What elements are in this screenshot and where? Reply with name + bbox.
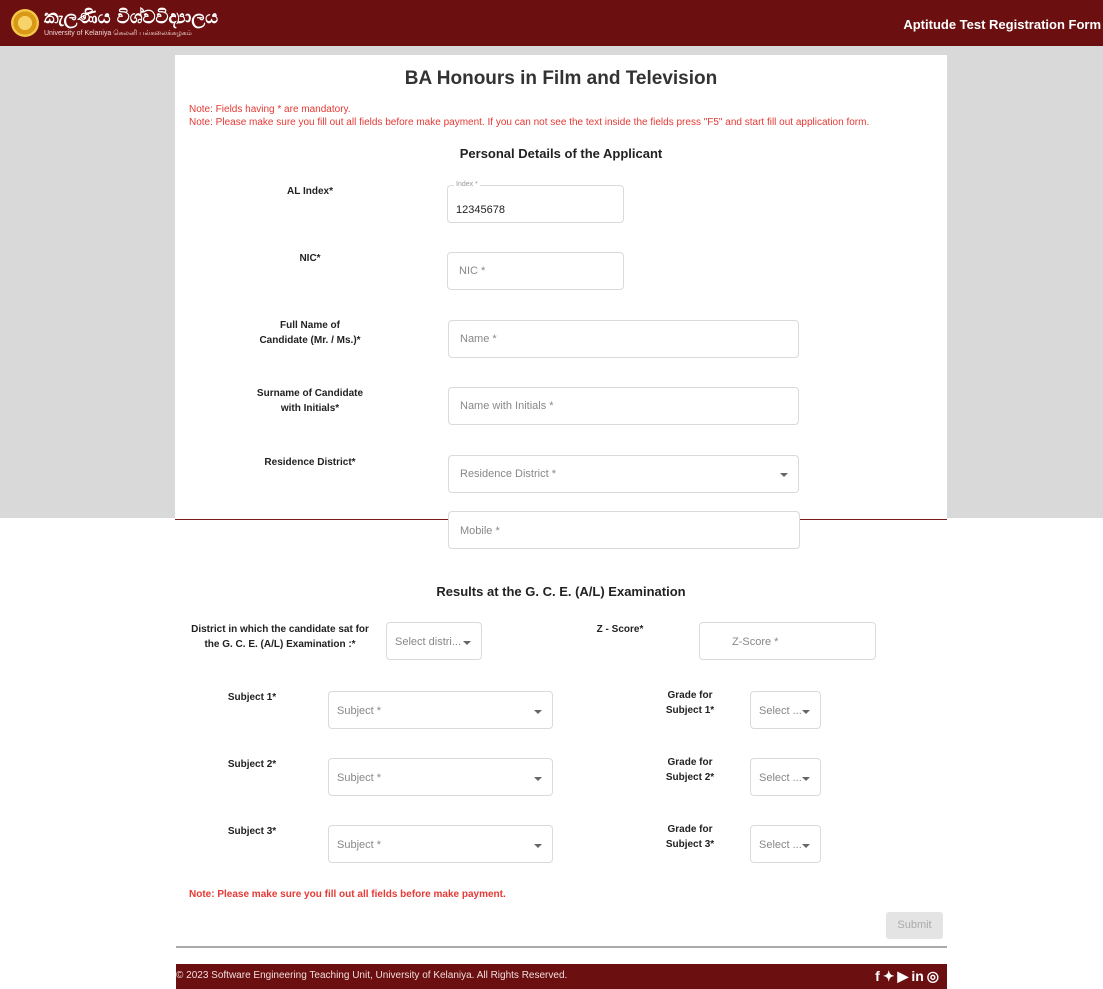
residence-district-label: Residence District*	[264, 457, 356, 468]
zscore-input[interactable]: Z-Score *	[699, 622, 876, 660]
chevron-down-icon	[534, 844, 542, 848]
surname-input[interactable]: Name with Initials *	[448, 387, 799, 425]
al-index-label: AL Index*	[287, 186, 333, 197]
exam-district-label-line2: the G. C. E. (A/L) Examination :*	[204, 639, 356, 650]
al-index-input[interactable]: Index * 12345678	[447, 181, 624, 223]
full-name-label: Full Name of Candidate (Mr. / Ms.)*	[210, 318, 410, 348]
surname-label-line1: Surname of Candidate	[256, 388, 364, 399]
grade2-select[interactable]: Select ...	[750, 758, 821, 796]
residence-district-placeholder: Residence District *	[460, 468, 556, 480]
social-links: f ✦ ▶ in ◎	[872, 968, 939, 985]
logo-sinhala-text[interactable]: කැලණිය විශ්වවිද්‍යාලය	[44, 7, 218, 28]
grade1-placeholder: Select ...	[759, 705, 802, 717]
full-name-input[interactable]: Name *	[448, 320, 799, 358]
subject2-select[interactable]: Subject *	[328, 758, 553, 796]
grade2-label: Grade for Subject 2*	[650, 755, 730, 785]
grade1-label: Grade for Subject 1*	[650, 688, 730, 718]
subject1-select[interactable]: Subject *	[328, 691, 553, 729]
subject3-placeholder: Subject *	[337, 839, 382, 851]
al-index-value: 12345678	[456, 204, 505, 216]
exam-district-label: District in which the candidate sat for …	[180, 622, 380, 652]
chevron-down-icon	[780, 473, 788, 477]
surname-placeholder: Name with Initials *	[460, 400, 554, 412]
full-name-label-line2: Candidate (Mr. / Ms.)*	[259, 335, 361, 346]
footer: © 2023 Software Engineering Teaching Uni…	[176, 964, 947, 989]
payment-note: Note: Please make sure you fill out all …	[189, 117, 870, 128]
full-name-label-line1: Full Name of	[279, 320, 340, 331]
page-header-title: Aptitude Test Registration Form	[903, 17, 1101, 32]
mobile-input[interactable]: Mobile *	[448, 511, 800, 549]
subject1-label: Subject 1*	[227, 692, 277, 703]
grade2-label-line2: Subject 2*	[665, 772, 715, 783]
subject3-label: Subject 3*	[227, 826, 277, 837]
zscore-label: Z - Score*	[596, 624, 644, 635]
subject2-placeholder: Subject *	[337, 772, 382, 784]
grade3-placeholder: Select ...	[759, 839, 802, 851]
subject2-label: Subject 2*	[227, 759, 277, 770]
grade3-label-line2: Subject 3*	[665, 839, 715, 850]
residence-district-select[interactable]: Residence District *	[448, 455, 799, 493]
grade1-label-line1: Grade for	[667, 690, 713, 701]
chevron-down-icon	[802, 844, 810, 848]
bottom-payment-note: Note: Please make sure you fill out all …	[189, 889, 506, 900]
facebook-icon[interactable]: f	[875, 968, 880, 984]
form-title: BA Honours in Film and Television	[404, 68, 718, 89]
full-name-placeholder: Name *	[460, 333, 497, 345]
chevron-down-icon	[463, 641, 471, 645]
subject3-select[interactable]: Subject *	[328, 825, 553, 863]
grade1-label-line2: Subject 1*	[665, 705, 715, 716]
chevron-down-icon	[534, 710, 542, 714]
twitter-icon[interactable]: ✦	[883, 968, 895, 984]
submit-button[interactable]: Submit	[886, 912, 943, 939]
zscore-placeholder: Z-Score *	[732, 636, 779, 648]
surname-label-line2: with Initials*	[280, 403, 340, 414]
exam-district-select[interactable]: Select distri...	[386, 622, 482, 660]
chevron-down-icon	[534, 777, 542, 781]
grade3-label: Grade for Subject 3*	[650, 822, 730, 852]
instagram-icon[interactable]: ◎	[927, 968, 939, 984]
grade3-label-line1: Grade for	[667, 824, 713, 835]
al-index-floating-label: Index *	[454, 181, 480, 188]
mandatory-note: Note: Fields having * are mandatory.	[189, 104, 351, 115]
nic-input[interactable]: NIC *	[447, 252, 624, 290]
grade2-placeholder: Select ...	[759, 772, 802, 784]
mobile-placeholder: Mobile *	[460, 525, 500, 537]
exam-district-label-line1: District in which the candidate sat for	[191, 624, 369, 635]
footer-divider	[176, 946, 947, 948]
exam-district-placeholder: Select distri...	[395, 636, 462, 648]
results-heading: Results at the G. C. E. (A/L) Examinatio…	[436, 584, 686, 599]
surname-label: Surname of Candidate with Initials*	[210, 386, 410, 416]
grade1-select[interactable]: Select ...	[750, 691, 821, 729]
chevron-down-icon	[802, 777, 810, 781]
grade2-label-line1: Grade for	[667, 757, 713, 768]
youtube-icon[interactable]: ▶	[898, 968, 909, 984]
chevron-down-icon	[802, 710, 810, 714]
subject1-placeholder: Subject *	[337, 705, 382, 717]
footer-copyright: © 2023 Software Engineering Teaching Uni…	[176, 970, 568, 981]
nic-placeholder: NIC *	[459, 265, 486, 277]
grade3-select[interactable]: Select ...	[750, 825, 821, 863]
university-seal-icon[interactable]	[11, 9, 39, 37]
linkedin-icon[interactable]: in	[911, 968, 923, 984]
logo-english-text: University of Kelaniya கெலனி பல்கலைக்கழக…	[44, 30, 192, 37]
personal-details-heading: Personal Details of the Applicant	[459, 146, 663, 161]
nic-label: NIC*	[299, 253, 321, 264]
